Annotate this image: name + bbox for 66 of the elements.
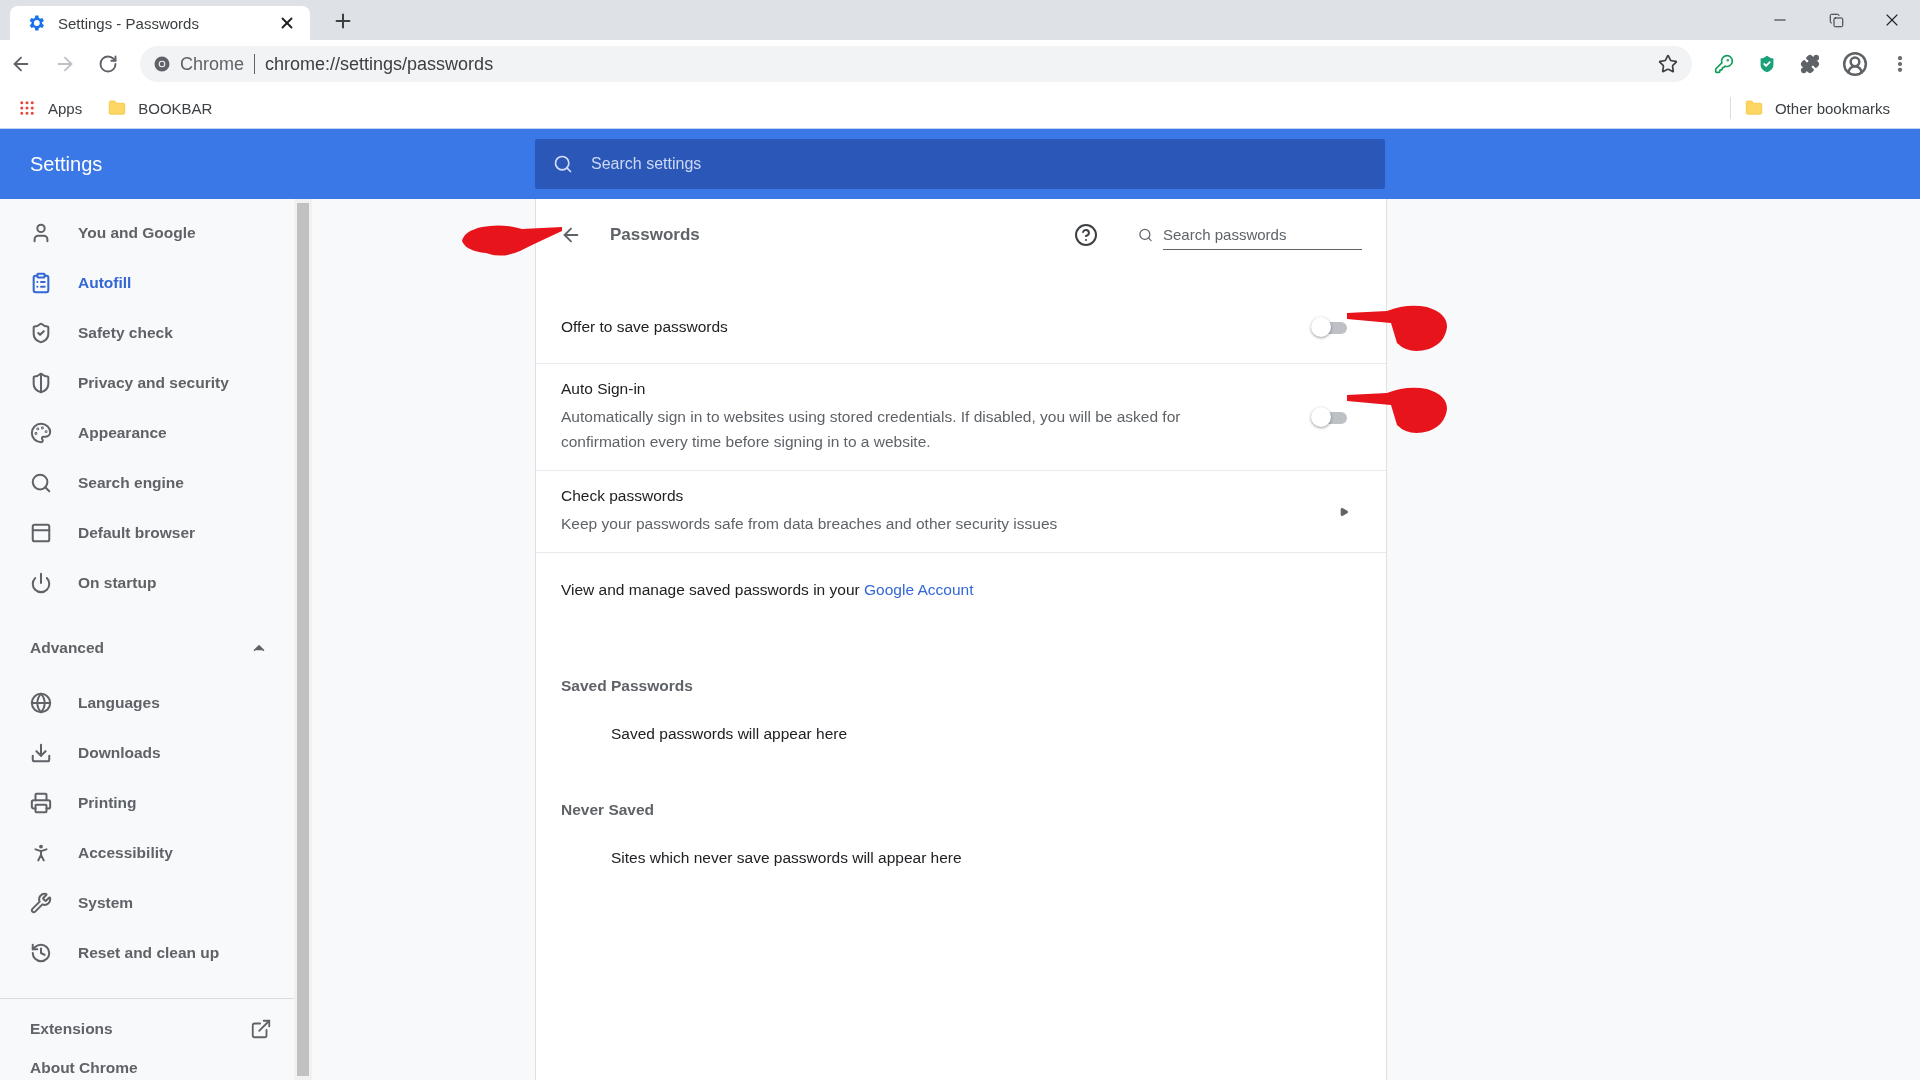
search-icon: [1138, 226, 1153, 244]
chrome-logo-icon: [154, 56, 170, 72]
scrollbar[interactable]: [294, 199, 312, 1080]
empty-message: Sites which never save passwords will appear here: [610, 848, 963, 868]
search-icon: [553, 154, 573, 174]
account-link[interactable]: Google Account: [864, 581, 974, 598]
power-icon: [30, 572, 52, 594]
globe-icon: [30, 692, 52, 714]
account-text: View and manage saved passwords in your Google Account: [536, 552, 1386, 627]
setting-title: Check passwords: [561, 487, 685, 505]
shield-check-icon: [30, 322, 52, 344]
sidebar-item[interactable]: Printing: [0, 778, 294, 828]
tab-title: Settings - Passwords: [58, 14, 200, 32]
sidebar-link[interactable]: About Chrome: [0, 1059, 294, 1077]
folder-icon: [1744, 99, 1763, 117]
star-icon[interactable]: [1658, 54, 1678, 74]
empty-message: Saved passwords will appear here: [610, 724, 849, 744]
sidebar-item[interactable]: Appearance: [0, 408, 294, 458]
help-icon[interactable]: [1074, 223, 1098, 247]
section-heading: Saved Passwords: [560, 676, 694, 695]
sidebar-item[interactable]: Search engine: [0, 458, 294, 508]
bookmark-item[interactable]: Other bookmarks: [1744, 99, 1890, 117]
clipboard-icon: [30, 272, 52, 294]
setting-title: Offer to save passwords: [561, 318, 729, 336]
puzzle-icon[interactable]: [1800, 54, 1820, 74]
printer-icon: [30, 792, 52, 814]
sidebar-item[interactable]: Languages: [0, 678, 294, 728]
wrench-icon: [30, 892, 52, 914]
bookmark-item[interactable]: Apps: [18, 99, 83, 117]
download-icon: [30, 742, 52, 764]
sidebar-item[interactable]: Autofill: [0, 258, 294, 308]
folder-icon: [108, 99, 127, 117]
search-field[interactable]: Search settings: [535, 139, 1385, 189]
palette-icon: [30, 422, 52, 444]
browser-window-icon: [30, 522, 52, 544]
advanced-toggle[interactable]: Advanced: [0, 618, 294, 678]
apps-grid-icon: [18, 99, 36, 117]
browser-tab[interactable]: Settings - Passwords: [10, 6, 310, 40]
sidebar-item[interactable]: On startup: [0, 558, 294, 608]
key-icon[interactable]: [1714, 54, 1734, 74]
url-text: chrome://settings/passwords: [265, 53, 495, 75]
sidebar-item[interactable]: Default browser: [0, 508, 294, 558]
sidebar-item[interactable]: System: [0, 878, 294, 928]
sidebar-link[interactable]: Extensions: [0, 999, 294, 1059]
sidebar-item[interactable]: Downloads: [0, 728, 294, 778]
setting-description: Keep your passwords safe from data breaches and other security issues: [561, 514, 1059, 534]
sidebar-item[interactable]: Safety check: [0, 308, 294, 358]
bookmark-item[interactable]: BOOKBAR: [108, 99, 213, 117]
site-label: Chrome: [180, 53, 245, 75]
caret-icon[interactable]: [1339, 506, 1349, 517]
reload-icon[interactable]: [98, 54, 118, 74]
page-title: Settings: [29, 152, 104, 176]
sidebar-item[interactable]: Privacy and security: [0, 358, 294, 408]
section-heading: Never Saved: [560, 800, 656, 819]
sidebar-item[interactable]: You and Google: [0, 208, 294, 258]
sidebar-item[interactable]: Accessibility: [0, 828, 294, 878]
search-icon: [30, 472, 52, 494]
address-bar[interactable]: Chrome chrome://settings/passwords: [140, 46, 1692, 82]
sidebar-item[interactable]: Reset and clean up: [0, 928, 294, 978]
shield-icon: [30, 372, 52, 394]
setting-description: Automatically sign in to websites using stored credentials. If disabled, you will be asked for confirmation every time before signing in to a website.: [561, 407, 1182, 452]
external-link-icon: [250, 1018, 272, 1040]
profile-icon[interactable]: [1842, 51, 1868, 77]
section-title: Passwords: [610, 225, 701, 245]
setting-title: Auto Sign-in: [561, 380, 647, 398]
history-icon: [30, 942, 52, 964]
